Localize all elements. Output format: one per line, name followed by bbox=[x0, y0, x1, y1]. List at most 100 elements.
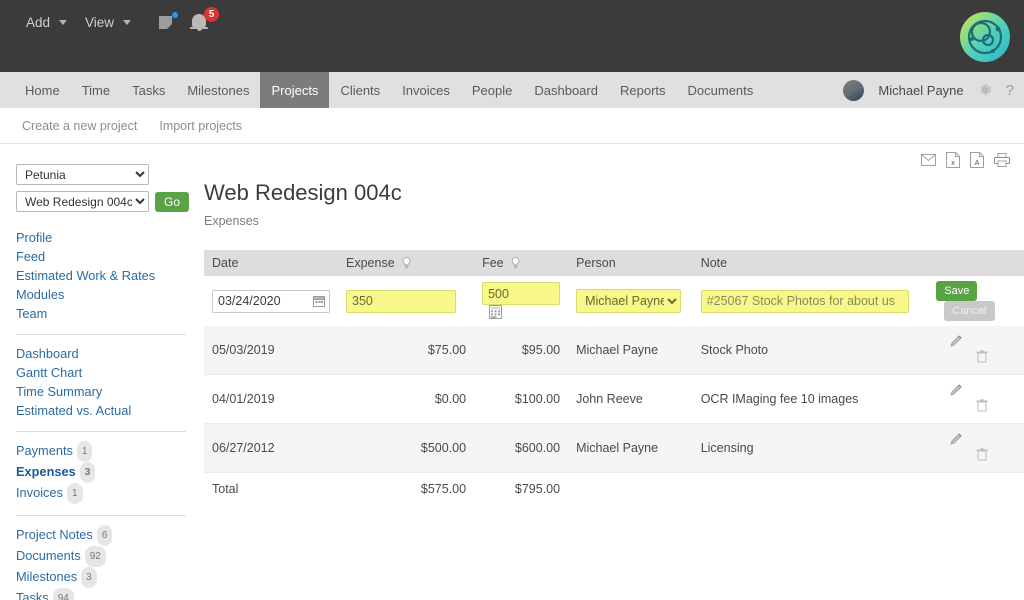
cell-fee: $600.00 bbox=[474, 424, 568, 473]
fee-input[interactable] bbox=[482, 282, 560, 305]
column-header-actions bbox=[928, 250, 1024, 276]
sidebar-item-tasks-label: Tasks bbox=[16, 590, 49, 600]
view-menu[interactable]: View bbox=[77, 11, 141, 34]
add-menu[interactable]: Add bbox=[18, 11, 77, 34]
sidebar-item-modules[interactable]: Modules bbox=[16, 285, 200, 304]
sidebar-item-tasks[interactable]: Tasks94 bbox=[16, 588, 200, 600]
sidebar-item-invoices-label: Invoices bbox=[16, 485, 63, 500]
sidebar-item-project-notes[interactable]: Project Notes6 bbox=[16, 525, 200, 546]
sidebar-item-milestones[interactable]: Milestones3 bbox=[16, 567, 200, 588]
project-select[interactable]: Web Redesign 004c bbox=[16, 191, 149, 212]
client-select[interactable]: Petunia bbox=[16, 164, 149, 185]
table-row[interactable]: 05/03/2019 $75.00 $95.00 Michael Payne S… bbox=[204, 326, 1024, 375]
sidebar-item-payments[interactable]: Payments1 bbox=[16, 441, 200, 462]
sidebar-item-estimated-vs-actual[interactable]: Estimated vs. Actual bbox=[16, 401, 200, 420]
nav-item-reports[interactable]: Reports bbox=[609, 72, 677, 108]
nav-item-documents[interactable]: Documents bbox=[677, 72, 765, 108]
calculator-icon[interactable] bbox=[489, 305, 502, 319]
sidebar-item-expenses[interactable]: Expenses3 bbox=[16, 462, 200, 483]
gear-icon[interactable] bbox=[978, 83, 992, 97]
cell-person: Michael Payne bbox=[568, 424, 693, 473]
sidebar-divider bbox=[16, 431, 186, 432]
nav-item-milestones[interactable]: Milestones bbox=[176, 72, 260, 108]
sidebar-item-team[interactable]: Team bbox=[16, 304, 200, 323]
note-unread-dot bbox=[172, 12, 178, 18]
sidebar-item-dashboard[interactable]: Dashboard bbox=[16, 344, 200, 363]
column-header-person[interactable]: Person bbox=[568, 250, 693, 276]
client-select-row: Petunia bbox=[16, 164, 200, 185]
app-logo bbox=[960, 12, 1010, 62]
avatar[interactable] bbox=[843, 80, 864, 101]
svg-text:A: A bbox=[975, 160, 980, 167]
sidebar-item-invoices[interactable]: Invoices1 bbox=[16, 483, 200, 504]
calendar-icon[interactable] bbox=[313, 295, 325, 307]
nav-item-time[interactable]: Time bbox=[71, 72, 121, 108]
help-icon[interactable]: ? bbox=[1006, 82, 1014, 99]
edit-actions-cell: Save Cancel bbox=[928, 276, 1024, 326]
notification-badge: 5 bbox=[204, 7, 219, 22]
nav-item-tasks[interactable]: Tasks bbox=[121, 72, 176, 108]
sidebar-item-estimated-work-rates[interactable]: Estimated Work & Rates bbox=[16, 266, 200, 285]
expense-input[interactable] bbox=[346, 290, 456, 313]
main-content: x A Web Redesign 004c Expenses Date Expe… bbox=[200, 144, 1024, 600]
delete-icon[interactable] bbox=[976, 399, 988, 412]
top-bar: Add View 5 bbox=[0, 0, 1024, 72]
total-spacer-actions bbox=[928, 473, 1024, 506]
note-icon[interactable] bbox=[159, 15, 174, 30]
delete-icon[interactable] bbox=[976, 448, 988, 461]
total-fee: $795.00 bbox=[474, 473, 568, 506]
user-name[interactable]: Michael Payne bbox=[878, 83, 963, 98]
lightbulb-icon bbox=[402, 257, 411, 269]
cancel-button[interactable]: Cancel bbox=[944, 301, 994, 321]
table-row[interactable]: 04/01/2019 $0.00 $100.00 John Reeve OCR … bbox=[204, 375, 1024, 424]
email-icon[interactable] bbox=[921, 154, 936, 166]
save-button[interactable]: Save bbox=[936, 281, 977, 301]
note-input[interactable] bbox=[701, 290, 909, 313]
nav-item-home[interactable]: Home bbox=[14, 72, 71, 108]
edit-icon[interactable] bbox=[950, 432, 963, 445]
main-navigation: Home Time Tasks Milestones Projects Clie… bbox=[0, 72, 1024, 108]
sidebar-item-expenses-count: 3 bbox=[80, 462, 96, 483]
note-icon-fold bbox=[167, 24, 172, 29]
total-expense: $575.00 bbox=[338, 473, 474, 506]
sidebar-item-time-summary[interactable]: Time Summary bbox=[16, 382, 200, 401]
table-row[interactable]: 06/27/2012 $500.00 $600.00 Michael Payne… bbox=[204, 424, 1024, 473]
nav-item-clients[interactable]: Clients bbox=[329, 72, 391, 108]
nav-item-projects[interactable]: Projects bbox=[260, 72, 329, 108]
sub-navigation: Create a new project Import projects bbox=[0, 108, 1024, 144]
pdf-export-icon[interactable]: A bbox=[970, 152, 984, 168]
import-projects-link[interactable]: Import projects bbox=[159, 119, 242, 133]
edit-icon[interactable] bbox=[950, 334, 963, 347]
sidebar: Petunia Web Redesign 004c Go Profile Fee… bbox=[0, 144, 200, 600]
nav-item-invoices[interactable]: Invoices bbox=[391, 72, 461, 108]
edit-date-cell bbox=[204, 276, 338, 326]
sidebar-item-documents[interactable]: Documents92 bbox=[16, 546, 200, 567]
column-header-expense[interactable]: Expense bbox=[338, 250, 474, 276]
sidebar-group-financial: Payments1 Expenses3 Invoices1 bbox=[16, 441, 200, 504]
column-header-fee[interactable]: Fee bbox=[474, 250, 568, 276]
create-new-project-link[interactable]: Create a new project bbox=[22, 119, 137, 133]
edit-icon[interactable] bbox=[950, 383, 963, 396]
sidebar-item-feed[interactable]: Feed bbox=[16, 247, 200, 266]
cell-actions bbox=[928, 424, 1024, 473]
sidebar-item-profile[interactable]: Profile bbox=[16, 228, 200, 247]
expense-edit-row: Michael Payne Save Cancel bbox=[204, 276, 1024, 326]
delete-icon[interactable] bbox=[976, 350, 988, 363]
column-header-note[interactable]: Note bbox=[693, 250, 929, 276]
go-button[interactable]: Go bbox=[155, 192, 189, 212]
main-nav-right: Michael Payne ? bbox=[843, 72, 1014, 108]
sidebar-group-reports: Dashboard Gantt Chart Time Summary Estim… bbox=[16, 344, 200, 420]
sidebar-item-gantt-chart[interactable]: Gantt Chart bbox=[16, 363, 200, 382]
notifications-bell[interactable]: 5 bbox=[192, 12, 210, 32]
cell-person: Michael Payne bbox=[568, 326, 693, 375]
date-field-wrap bbox=[212, 290, 330, 313]
nav-item-people[interactable]: People bbox=[461, 72, 523, 108]
sidebar-item-payments-label: Payments bbox=[16, 443, 73, 458]
nav-item-dashboard[interactable]: Dashboard bbox=[523, 72, 609, 108]
print-icon[interactable] bbox=[994, 153, 1010, 167]
cell-person: John Reeve bbox=[568, 375, 693, 424]
sidebar-item-milestones-count: 3 bbox=[81, 567, 97, 588]
column-header-date[interactable]: Date bbox=[204, 250, 338, 276]
excel-export-icon[interactable]: x bbox=[946, 152, 960, 168]
person-select[interactable]: Michael Payne bbox=[576, 289, 681, 313]
